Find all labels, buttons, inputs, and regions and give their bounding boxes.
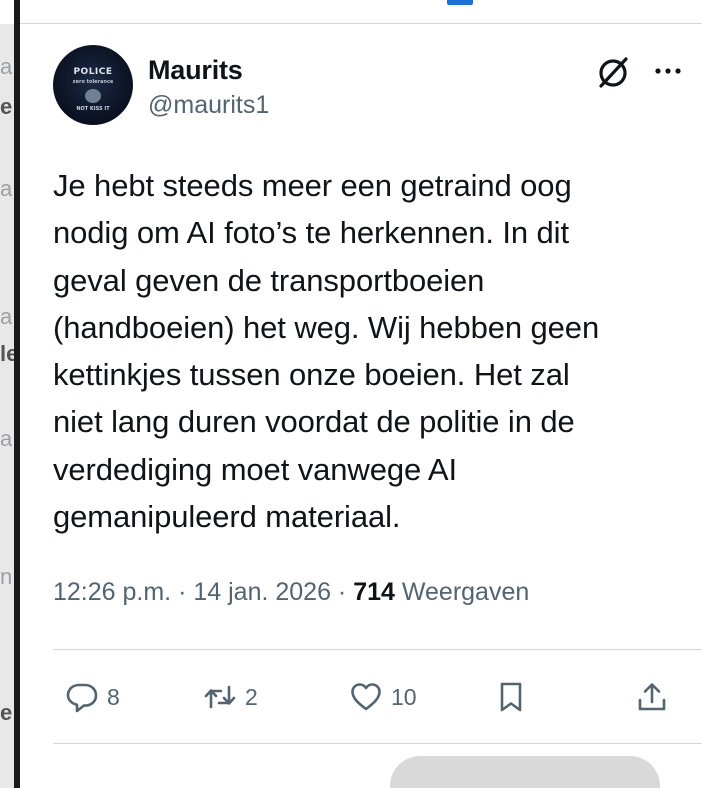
like-button[interactable]: 10 <box>349 679 417 715</box>
retweet-icon <box>204 685 236 709</box>
author-name[interactable]: Maurits <box>148 55 243 86</box>
avatar-text-bottom: NOT KISS IT <box>76 106 110 112</box>
background-text-fragment: a <box>0 306 13 328</box>
bookmark-button[interactable] <box>494 679 528 715</box>
divider <box>53 743 702 744</box>
meta-separator: · <box>171 578 194 606</box>
top-header-bar <box>20 0 702 24</box>
meta-separator: · <box>330 578 354 606</box>
divider <box>53 649 702 650</box>
background-text-fragment: e <box>0 96 13 118</box>
avatar-text-subtitle: zero tolerance <box>72 79 114 85</box>
background-timeline-strip: a e a a le a n e <box>0 0 20 788</box>
bottom-floating-button[interactable] <box>390 756 660 788</box>
background-text-fragment: a <box>0 428 13 450</box>
author-handle[interactable]: @maurits1 <box>148 91 269 120</box>
share-icon <box>638 683 666 711</box>
retweet-count: 2 <box>245 683 258 710</box>
tweet-time[interactable]: 12:26 p.m. <box>53 578 171 606</box>
bookmark-icon <box>500 682 522 712</box>
avatar[interactable]: POLICE zero tolerance NOT KISS IT <box>53 45 133 125</box>
background-text-fragment: a <box>0 178 13 200</box>
reply-icon <box>66 683 98 713</box>
views-label: Weergaven <box>394 578 530 606</box>
retweet-button[interactable]: 2 <box>203 679 258 715</box>
reply-button[interactable]: 8 <box>65 679 120 715</box>
background-text-fragment: le <box>0 343 14 365</box>
active-tab-indicator <box>447 0 473 5</box>
like-count: 10 <box>391 683 417 710</box>
views-count[interactable]: 714 <box>353 578 395 606</box>
avatar-text-police: POLICE <box>73 67 113 77</box>
background-text-fragment: a <box>0 56 13 78</box>
tweet-detail: POLICE zero tolerance NOT KISS IT Maurit… <box>20 25 702 788</box>
more-icon[interactable] <box>652 55 684 87</box>
grok-icon[interactable] <box>594 53 632 91</box>
tweet-date[interactable]: 14 jan. 2026 <box>193 578 331 606</box>
background-text-fragment: e <box>0 702 13 724</box>
avatar-seal-icon <box>85 89 101 103</box>
heart-icon <box>351 683 381 711</box>
reply-count: 8 <box>107 683 120 710</box>
share-button[interactable] <box>635 679 669 715</box>
tweet-meta: 12:26 p.m. · 14 jan. 2026 · 714 Weergave… <box>53 578 529 607</box>
tweet-text: Je hebt steeds meer een getraind oog nod… <box>53 168 600 535</box>
background-text-fragment: n <box>0 566 13 588</box>
